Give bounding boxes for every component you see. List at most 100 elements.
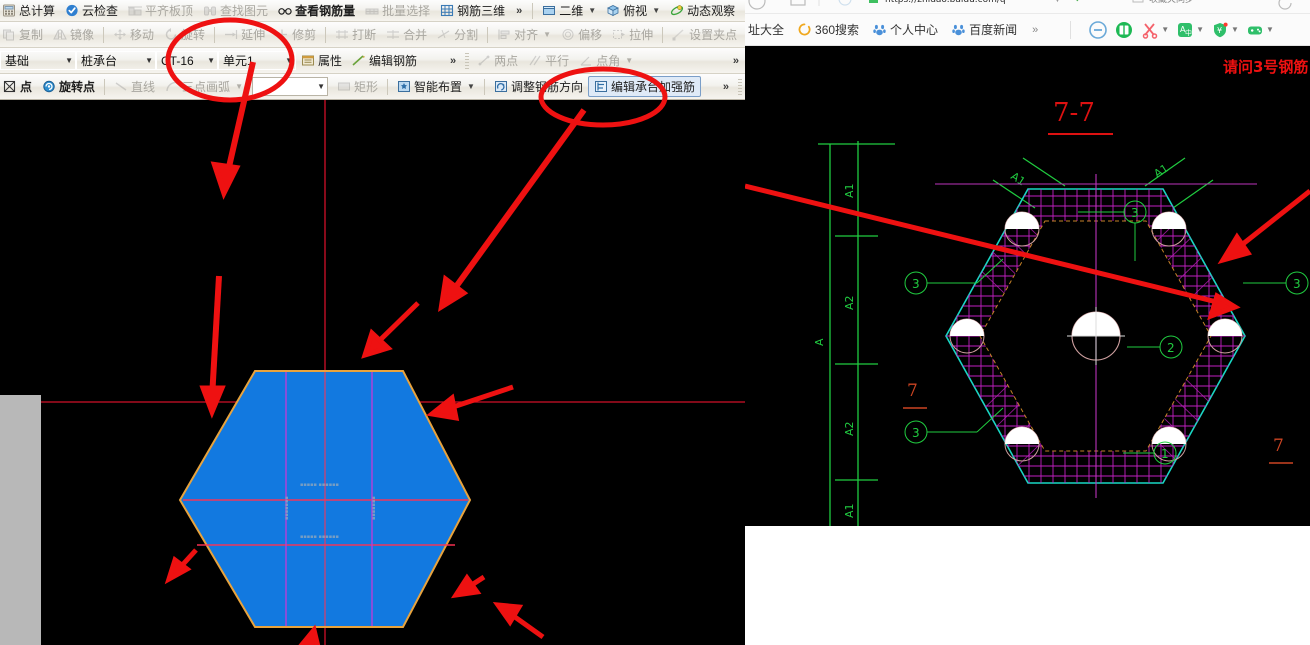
- toolbar-item-top-view[interactable]: 俯视 ▼: [601, 1, 665, 21]
- chevron-down-icon[interactable]: ▼: [309, 82, 325, 91]
- toolbar-item-edit-cap-reinforce[interactable]: 编辑承台加强筋: [587, 76, 701, 97]
- offset-icon: [561, 28, 575, 41]
- toolbar-item-point[interactable]: 点: [0, 77, 37, 97]
- baidu-paw-icon: [952, 23, 965, 36]
- toolbar-label: 矩形: [353, 80, 378, 94]
- chevron-down-icon[interactable]: ▼: [625, 56, 633, 65]
- toolbar-item-batch-select[interactable]: 批量选择: [360, 1, 435, 21]
- toolbar-item-align[interactable]: 对齐 ▼: [492, 25, 556, 45]
- toolbar-overflow-chevron-3[interactable]: »: [444, 55, 462, 67]
- chevron-down-icon[interactable]: ▼: [1161, 25, 1169, 34]
- toolbar-item-rebar-3d[interactable]: 钢筋三维: [435, 1, 510, 21]
- toolbar-item-trim[interactable]: 修剪: [270, 25, 321, 45]
- draw-parameter-input[interactable]: ▼: [251, 77, 328, 96]
- cad-viewport[interactable]: ▪▪▪▪▪ ▪▪▪▪▪▪ ▪▪▪▪▪ ▪▪▪▪▪▪ ▪▪▪▪▪▪▪ ▪▪▪▪▪▪…: [0, 100, 745, 645]
- toolbar-label: 点角: [596, 54, 621, 68]
- bookmark-item-360-search[interactable]: 360搜索: [791, 17, 866, 43]
- toolbar-label: 俯视: [623, 4, 648, 18]
- toolbar-item-stretch[interactable]: 拉伸: [607, 25, 658, 45]
- chevron-down-icon[interactable]: ▼: [652, 6, 660, 15]
- chevron-down-icon[interactable]: ▼: [1196, 25, 1204, 34]
- toolbar-item-three-point-arc[interactable]: 三点画弧 ▼: [160, 77, 248, 97]
- toolbar-item-point-angle[interactable]: 点角 ▼: [574, 51, 638, 71]
- toolbar-item-move[interactable]: 移动: [108, 25, 159, 45]
- toolbar-item-edit-rebar[interactable]: 编辑钢筋: [347, 51, 422, 71]
- point-icon: [3, 80, 17, 93]
- toolbar-item-break[interactable]: 打断: [330, 25, 381, 45]
- combo-value: 单元1: [223, 54, 254, 68]
- chevron-down-icon[interactable]: ▼: [235, 82, 243, 91]
- bookmark-item-personal-center[interactable]: 个人中心: [866, 17, 945, 43]
- toolbar-label: 钢筋三维: [457, 4, 506, 18]
- svg-text:▪▪▪▪▪▪▪: ▪▪▪▪▪▪▪: [371, 496, 377, 520]
- toolbar-item-smart-layout[interactable]: 智能布置 ▼: [392, 77, 480, 97]
- extension-adblock[interactable]: [1085, 20, 1111, 40]
- toolbar-label: 平行: [545, 54, 570, 68]
- chevron-down-icon[interactable]: ▼: [1266, 25, 1274, 34]
- toolbar-item-rotate-point[interactable]: 旋转点: [37, 77, 100, 97]
- cad-drawing-canvas[interactable]: ▪▪▪▪▪ ▪▪▪▪▪▪ ▪▪▪▪▪ ▪▪▪▪▪▪ ▪▪▪▪▪▪▪ ▪▪▪▪▪▪…: [0, 100, 745, 645]
- combo-component-id[interactable]: CT-16 ▼: [156, 51, 218, 70]
- toolbar-label: 拉伸: [629, 28, 654, 42]
- toolbar-item-set-grip[interactable]: 设置夹点: [667, 25, 742, 45]
- chevron-down-icon[interactable]: ▼: [467, 82, 475, 91]
- toolbar-item-merge[interactable]: 合并: [381, 25, 432, 45]
- toolbar-label: 二维: [559, 4, 584, 18]
- chevron-down-icon[interactable]: ▼: [588, 6, 596, 15]
- toolbar-item-find-element[interactable]: 查找图元: [198, 1, 273, 21]
- gamepad-icon: [1247, 26, 1262, 34]
- chevron-down-icon[interactable]: ▼: [277, 56, 293, 65]
- browser-url-strip[interactable]: https://zhidao.baidu.com/q ▼ ✓ 收藏夹同步: [745, 0, 1310, 14]
- toolbar-item-2d-view[interactable]: 二维 ▼: [537, 1, 601, 21]
- combo-unit[interactable]: 单元1 ▼: [218, 51, 296, 70]
- bookmark-item-baidu-news[interactable]: 百度新闻: [945, 17, 1024, 43]
- chevron-down-icon[interactable]: ▼: [57, 56, 73, 65]
- chevron-down-icon[interactable]: ▼: [543, 30, 551, 39]
- toolbar-label: 打断: [352, 28, 377, 42]
- toolbar-overflow-chevron-5[interactable]: »: [717, 81, 735, 93]
- toolbar-item-adjust-rebar-direction[interactable]: 调整钢筋方向: [489, 77, 588, 97]
- extension-coupon[interactable]: ¥ ▼: [1207, 20, 1242, 40]
- bookmark-item-site-directory[interactable]: 址大全: [745, 17, 791, 43]
- toolbar-overflow-chevron[interactable]: »: [510, 5, 528, 17]
- svg-text:中: 中: [1185, 28, 1192, 37]
- toolbar-item-parallel[interactable]: 平行: [523, 51, 574, 71]
- toolbar-item-split[interactable]: 分割: [432, 25, 483, 45]
- extension-games[interactable]: ▼: [1242, 20, 1277, 40]
- toolbar-item-mirror[interactable]: 镜像: [48, 25, 99, 45]
- toolbar-item-dynamic-observe[interactable]: 动态观察: [665, 1, 740, 21]
- toolbar-overflow-chevron-4[interactable]: »: [727, 55, 745, 67]
- chevron-down-icon[interactable]: ▼: [199, 56, 215, 65]
- bookmarks-overflow-chevron[interactable]: »: [1024, 24, 1046, 36]
- chevron-down-icon[interactable]: ▼: [137, 56, 153, 65]
- toolbar-item-copy[interactable]: 复制: [0, 25, 48, 45]
- bookmark-label: 360搜索: [815, 23, 860, 37]
- toolbar-item-view-rebar-qty[interactable]: 查看钢筋量: [273, 1, 360, 21]
- toolbar-item-cloud-check[interactable]: 云检查: [60, 1, 123, 21]
- toolbar-item-rotate[interactable]: 旋转: [159, 25, 210, 45]
- toolbar-item-properties[interactable]: 属性: [296, 51, 347, 71]
- extension-translate[interactable]: [1111, 20, 1137, 40]
- cad-toolbar-row-main: 总计算 云检查 平齐板顶 查找图元 查看钢筋量 批量选择 钢筋三维 » 二维 ▼…: [0, 0, 745, 22]
- toolbar-label: 移动: [130, 28, 155, 42]
- toolbar-item-rectangle[interactable]: 矩形: [332, 77, 383, 97]
- toolbar-item-total-calc[interactable]: 总计算: [0, 1, 60, 21]
- browser-window: https://zhidao.baidu.com/q ▼ ✓ 收藏夹同步 址大全…: [745, 0, 1310, 645]
- extension-ime[interactable]: A中 ▼: [1172, 20, 1207, 40]
- cloud-check-icon: [65, 4, 79, 17]
- toolbar-item-extend[interactable]: 延伸: [219, 25, 270, 45]
- toolbar-item-offset[interactable]: 偏移: [556, 25, 607, 45]
- combo-component-type[interactable]: 桩承台 ▼: [76, 51, 156, 70]
- toolbar-item-line[interactable]: 直线: [109, 77, 160, 97]
- svg-text:7: 7: [907, 381, 918, 401]
- chevron-down-icon[interactable]: ▼: [1231, 25, 1239, 34]
- toolbar-item-align-slab-top[interactable]: 平齐板顶: [123, 1, 198, 21]
- svg-text:A2: A2: [843, 295, 856, 310]
- toolbar-label: 旋转点: [59, 80, 96, 94]
- move-icon: [113, 28, 127, 41]
- two-point-icon: [477, 54, 491, 67]
- combo-category[interactable]: 基础 ▼: [0, 51, 76, 70]
- extension-capture[interactable]: ▼: [1137, 20, 1172, 40]
- toolbar-item-two-point[interactable]: 两点: [472, 51, 523, 71]
- toolbar-label: 合并: [403, 28, 428, 42]
